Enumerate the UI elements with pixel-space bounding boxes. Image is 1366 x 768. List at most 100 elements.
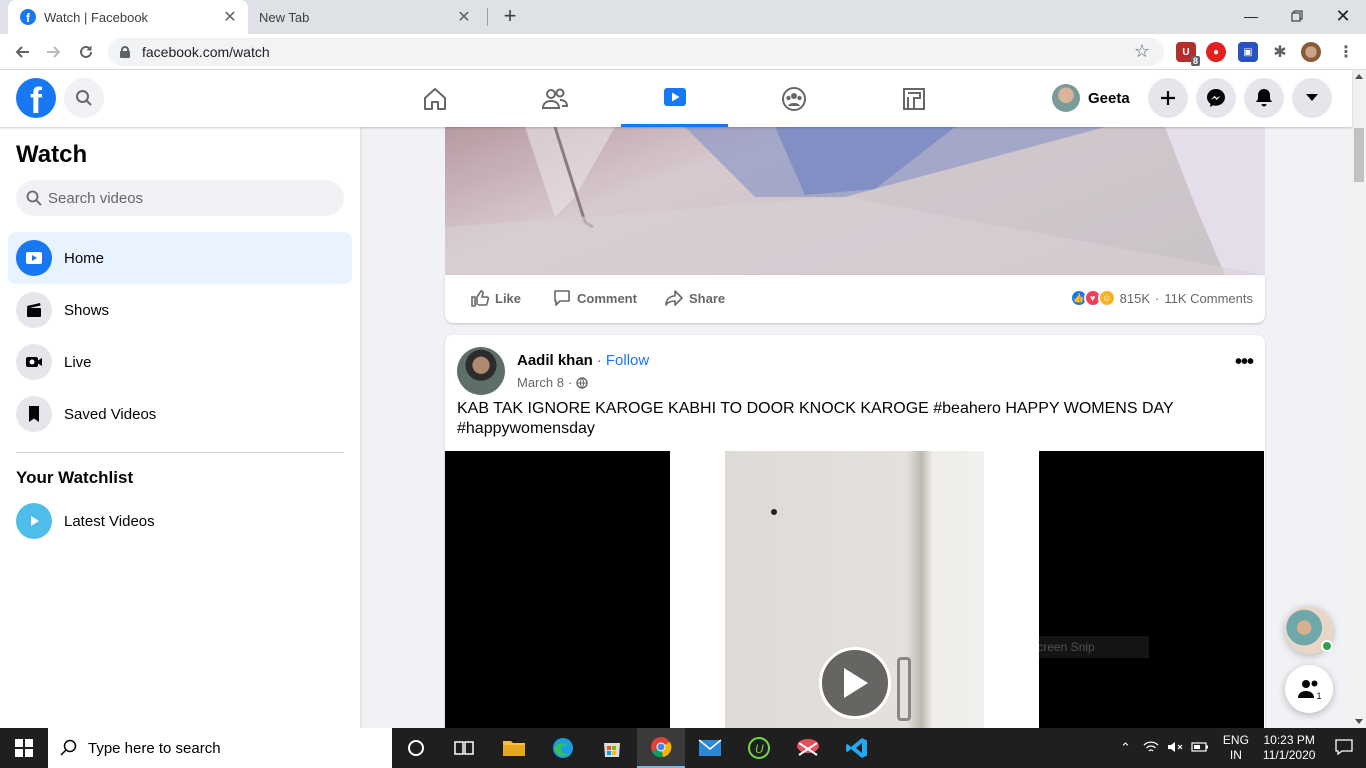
close-tab-icon[interactable]: ✕ bbox=[452, 7, 476, 27]
share-button[interactable]: Share bbox=[665, 289, 725, 307]
url-text: facebook.com/watch bbox=[142, 44, 270, 60]
reload-icon[interactable] bbox=[72, 38, 100, 66]
post-actions-bar: Like Comment Share 👍 ♥ ☺ 815K · 11K Comm… bbox=[445, 275, 1265, 323]
taskbar-search-placeholder: Type here to search bbox=[88, 739, 221, 757]
create-button[interactable] bbox=[1148, 78, 1188, 118]
close-tab-icon[interactable]: ✕ bbox=[218, 7, 242, 27]
search-placeholder: Search videos bbox=[48, 189, 144, 207]
like-button[interactable]: Like bbox=[471, 289, 521, 307]
screen-extension-icon[interactable]: ▣ bbox=[1238, 42, 1258, 62]
microsoft-store-icon[interactable] bbox=[588, 728, 636, 768]
nav-watch-icon[interactable] bbox=[621, 70, 728, 127]
comment-icon bbox=[554, 290, 570, 306]
comment-label: Comment bbox=[577, 290, 637, 306]
sidebar-item-live[interactable]: Live bbox=[8, 336, 352, 388]
profile-link[interactable]: Geeta bbox=[1052, 82, 1130, 114]
chevron-down-icon bbox=[1306, 94, 1318, 101]
network-icon[interactable] bbox=[1143, 740, 1159, 757]
region-code: IN bbox=[1229, 748, 1242, 762]
new-room-button[interactable]: 1 bbox=[1285, 665, 1333, 713]
facebook-logo-icon[interactable]: f bbox=[16, 78, 56, 118]
date-text[interactable]: March 8 bbox=[517, 375, 564, 390]
forward-arrow-icon[interactable] bbox=[40, 38, 68, 66]
windows-taskbar: Type here to search U ⌃ ENG IN 10:23 PM … bbox=[0, 728, 1366, 768]
battery-icon[interactable] bbox=[1191, 741, 1209, 756]
address-bar[interactable]: facebook.com/watch ☆ bbox=[108, 38, 1164, 66]
back-arrow-icon[interactable] bbox=[8, 38, 36, 66]
restore-icon[interactable] bbox=[1274, 0, 1320, 32]
chrome-profile-avatar[interactable] bbox=[1301, 42, 1321, 62]
ublock-extension-icon[interactable]: U8 bbox=[1176, 42, 1200, 66]
bookmark-star-icon[interactable]: ☆ bbox=[1134, 41, 1150, 62]
author-name[interactable]: Aadil khan bbox=[517, 352, 593, 369]
plus-icon bbox=[1161, 91, 1175, 105]
chrome-taskbar-icon[interactable] bbox=[637, 728, 685, 768]
search-videos-input[interactable]: Search videos bbox=[16, 180, 344, 216]
sidebar-item-label: Home bbox=[64, 249, 105, 267]
sidebar-item-latest-videos[interactable]: Latest Videos bbox=[8, 495, 352, 547]
nav-groups-icon[interactable] bbox=[740, 70, 847, 127]
sidebar-item-shows[interactable]: Shows bbox=[8, 284, 352, 336]
sidebar-item-home[interactable]: Home bbox=[8, 232, 352, 284]
volume-muted-icon[interactable] bbox=[1167, 740, 1183, 757]
video-post-card: Aadil khan · Follow March 8 · ••• KAB TA… bbox=[445, 335, 1265, 728]
language-code: ENG bbox=[1222, 733, 1249, 747]
vscode-icon[interactable] bbox=[833, 728, 881, 768]
contact-chat-avatar[interactable] bbox=[1285, 606, 1333, 654]
messenger-button[interactable] bbox=[1196, 78, 1236, 118]
account-menu-button[interactable] bbox=[1292, 78, 1332, 118]
post-caption: KAB TAK IGNORE KAROGE KABHI TO DOOR KNOC… bbox=[457, 400, 1174, 437]
scroll-thumb[interactable] bbox=[1354, 128, 1364, 182]
windows-start-icon[interactable] bbox=[0, 728, 48, 768]
clock[interactable]: 10:23 PM 11/1/2020 bbox=[1263, 733, 1316, 763]
tab-watch-facebook[interactable]: f Watch | Facebook ✕ bbox=[8, 0, 248, 34]
video-thumbnail[interactable] bbox=[445, 127, 1265, 275]
letterbox-left bbox=[445, 451, 670, 728]
adblock-extension-icon[interactable]: ● bbox=[1206, 42, 1226, 62]
follow-button[interactable]: Follow bbox=[606, 352, 649, 369]
notifications-button[interactable] bbox=[1244, 78, 1284, 118]
tab-new-tab[interactable]: New Tab ✕ bbox=[248, 0, 488, 34]
scroll-up-arrow-icon[interactable] bbox=[1355, 74, 1363, 79]
close-window-icon[interactable]: ✕ bbox=[1320, 0, 1366, 32]
reactions-summary[interactable]: 👍 ♥ ☺ 815K · 11K Comments bbox=[1069, 289, 1253, 307]
nav-friends-icon[interactable] bbox=[501, 70, 608, 127]
sidebar-item-label: Latest Videos bbox=[64, 512, 155, 530]
more-options-icon[interactable]: ••• bbox=[1235, 351, 1254, 374]
scroll-down-arrow-icon[interactable] bbox=[1355, 719, 1363, 724]
upwork-icon[interactable]: U bbox=[735, 728, 783, 768]
language-indicator[interactable]: ENG IN bbox=[1223, 733, 1249, 763]
taskbar-search-input[interactable]: Type here to search bbox=[48, 728, 392, 768]
nav-home-icon[interactable] bbox=[381, 70, 488, 127]
chrome-menu-icon[interactable]: ⋮ bbox=[1336, 42, 1356, 62]
file-explorer-icon[interactable] bbox=[490, 728, 538, 768]
minimize-icon[interactable]: — bbox=[1228, 0, 1274, 32]
page-scrollbar[interactable] bbox=[1352, 70, 1366, 728]
clapperboard-icon bbox=[16, 292, 52, 328]
sidebar-item-saved-videos[interactable]: Saved Videos bbox=[8, 388, 352, 440]
extensions-puzzle-icon[interactable]: ✱ bbox=[1270, 42, 1290, 62]
chevron-up-icon[interactable]: ⌃ bbox=[1120, 740, 1131, 756]
separator: · bbox=[596, 352, 602, 369]
video-player[interactable]: Full-screen Snip bbox=[445, 451, 1265, 728]
extension-badge: 8 bbox=[1190, 56, 1200, 66]
door-handle bbox=[897, 657, 911, 721]
sidebar-item-label: Live bbox=[64, 353, 92, 371]
avatar bbox=[1052, 84, 1080, 112]
comments-count[interactable]: 11K Comments bbox=[1164, 291, 1253, 306]
nav-gaming-icon[interactable] bbox=[860, 70, 967, 127]
separator: · bbox=[1155, 290, 1160, 306]
window-controls: — ✕ bbox=[1228, 0, 1366, 34]
play-button[interactable] bbox=[819, 647, 891, 719]
avatar[interactable] bbox=[457, 347, 505, 395]
comment-button[interactable]: Comment bbox=[553, 289, 637, 307]
search-icon[interactable] bbox=[64, 78, 104, 118]
new-tab-button[interactable]: + bbox=[498, 4, 522, 28]
snipping-tool-icon[interactable] bbox=[784, 728, 832, 768]
mail-icon[interactable] bbox=[686, 728, 734, 768]
edge-browser-icon[interactable] bbox=[539, 728, 587, 768]
action-center-icon[interactable] bbox=[1335, 738, 1354, 758]
cortana-icon[interactable] bbox=[392, 728, 440, 768]
task-view-icon[interactable] bbox=[440, 728, 488, 768]
haha-reaction-icon: ☺ bbox=[1097, 289, 1116, 307]
